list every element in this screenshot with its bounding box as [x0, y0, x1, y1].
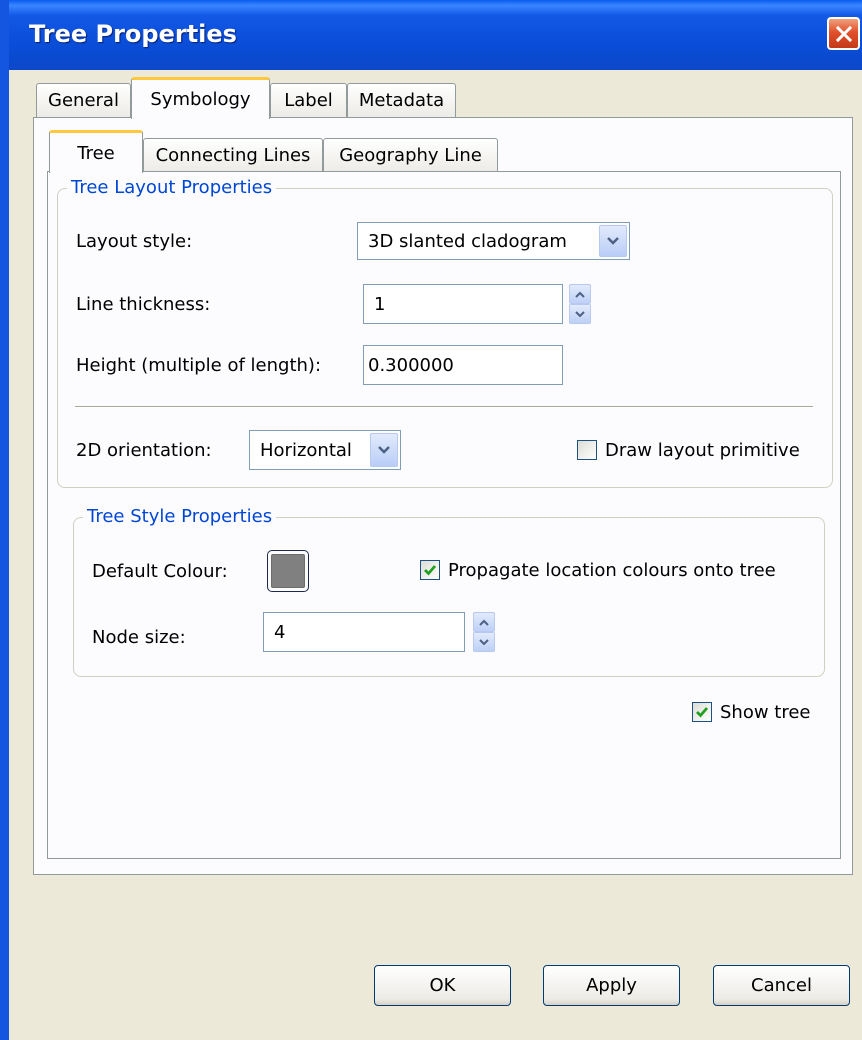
line-thickness-value: 1	[374, 293, 386, 315]
tab-metadata[interactable]: Metadata	[347, 83, 456, 117]
tab-geography-line-label: Geography Line	[339, 145, 482, 166]
propagate-colours-checkbox[interactable]	[420, 560, 440, 580]
title-bar[interactable]: Tree Properties	[9, 0, 862, 70]
node-size-value: 4	[274, 621, 286, 643]
window-title: Tree Properties	[29, 20, 237, 48]
node-size-spin-down[interactable]	[473, 632, 495, 652]
default-colour-button[interactable]	[267, 550, 309, 592]
tab-general-label: General	[48, 90, 119, 111]
orientation-value: Horizontal	[260, 439, 352, 461]
node-size-spin-up[interactable]	[473, 612, 495, 632]
show-tree-checkbox[interactable]	[692, 702, 712, 722]
tree-properties-dialog: Tree Properties General Symbology Label …	[0, 0, 862, 1040]
tab-connecting-lines-label: Connecting Lines	[155, 145, 311, 166]
checkmark-icon	[696, 707, 709, 718]
tree-layout-group-title: Tree Layout Properties	[67, 177, 277, 199]
tab-label[interactable]: Label	[270, 83, 347, 117]
tree-style-group	[73, 517, 825, 677]
chevron-up-icon	[575, 291, 585, 298]
tab-tree-label: Tree	[77, 142, 115, 164]
layout-divider	[75, 406, 813, 408]
orientation-dropdown-button[interactable]	[370, 433, 398, 467]
draw-primitive-checkbox[interactable]	[577, 440, 597, 460]
show-tree-label[interactable]: Show tree	[720, 702, 811, 724]
chevron-down-icon	[607, 237, 619, 245]
height-input[interactable]: 0.300000	[363, 345, 563, 385]
cancel-button[interactable]: Cancel	[713, 965, 850, 1006]
chevron-up-icon	[479, 619, 489, 626]
layout-style-dropdown[interactable]: 3D slanted cladogram	[357, 222, 630, 260]
cancel-button-label: Cancel	[751, 975, 812, 996]
default-colour-fill	[271, 554, 305, 588]
line-thickness-input[interactable]: 1	[363, 284, 563, 324]
ok-button[interactable]: OK	[374, 965, 511, 1006]
layout-style-label: Layout style:	[76, 231, 193, 252]
line-thickness-spinner[interactable]	[569, 284, 591, 324]
propagate-colours-label[interactable]: Propagate location colours onto tree	[448, 560, 776, 582]
close-icon	[835, 25, 852, 42]
orientation-dropdown[interactable]: Horizontal	[249, 430, 401, 470]
tab-connecting-lines[interactable]: Connecting Lines	[143, 138, 323, 172]
tab-symbology-label: Symbology	[150, 89, 251, 110]
layout-style-value: 3D slanted cladogram	[368, 230, 567, 252]
default-colour-label: Default Colour:	[92, 561, 228, 582]
tab-tree[interactable]: Tree	[49, 130, 143, 173]
tab-general[interactable]: General	[36, 83, 131, 117]
draw-primitive-label[interactable]: Draw layout primitive	[605, 440, 800, 462]
checkmark-icon	[424, 565, 437, 576]
node-size-spinner[interactable]	[473, 612, 495, 652]
tab-metadata-label: Metadata	[358, 90, 445, 111]
chevron-down-icon	[575, 310, 585, 317]
line-thickness-spin-down[interactable]	[569, 304, 591, 324]
layout-style-dropdown-button[interactable]	[599, 225, 627, 257]
node-size-input[interactable]: 4	[263, 612, 465, 652]
tab-symbology[interactable]: Symbology	[131, 77, 270, 119]
apply-button-label: Apply	[586, 975, 637, 996]
chevron-down-icon	[378, 446, 390, 454]
ok-button-label: OK	[429, 975, 456, 996]
close-button[interactable]	[827, 17, 860, 50]
line-thickness-label: Line thickness:	[76, 294, 211, 315]
height-value: 0.300000	[368, 354, 454, 376]
apply-button[interactable]: Apply	[543, 965, 680, 1006]
tab-geography-line[interactable]: Geography Line	[323, 138, 498, 172]
line-thickness-spin-up[interactable]	[569, 284, 591, 304]
node-size-label: Node size:	[92, 627, 186, 648]
chevron-down-icon	[479, 638, 489, 645]
tab-label-label: Label	[284, 90, 333, 111]
height-label: Height (multiple of length):	[76, 355, 322, 376]
orientation-label: 2D orientation:	[76, 440, 212, 461]
tree-style-group-title: Tree Style Properties	[83, 506, 277, 528]
